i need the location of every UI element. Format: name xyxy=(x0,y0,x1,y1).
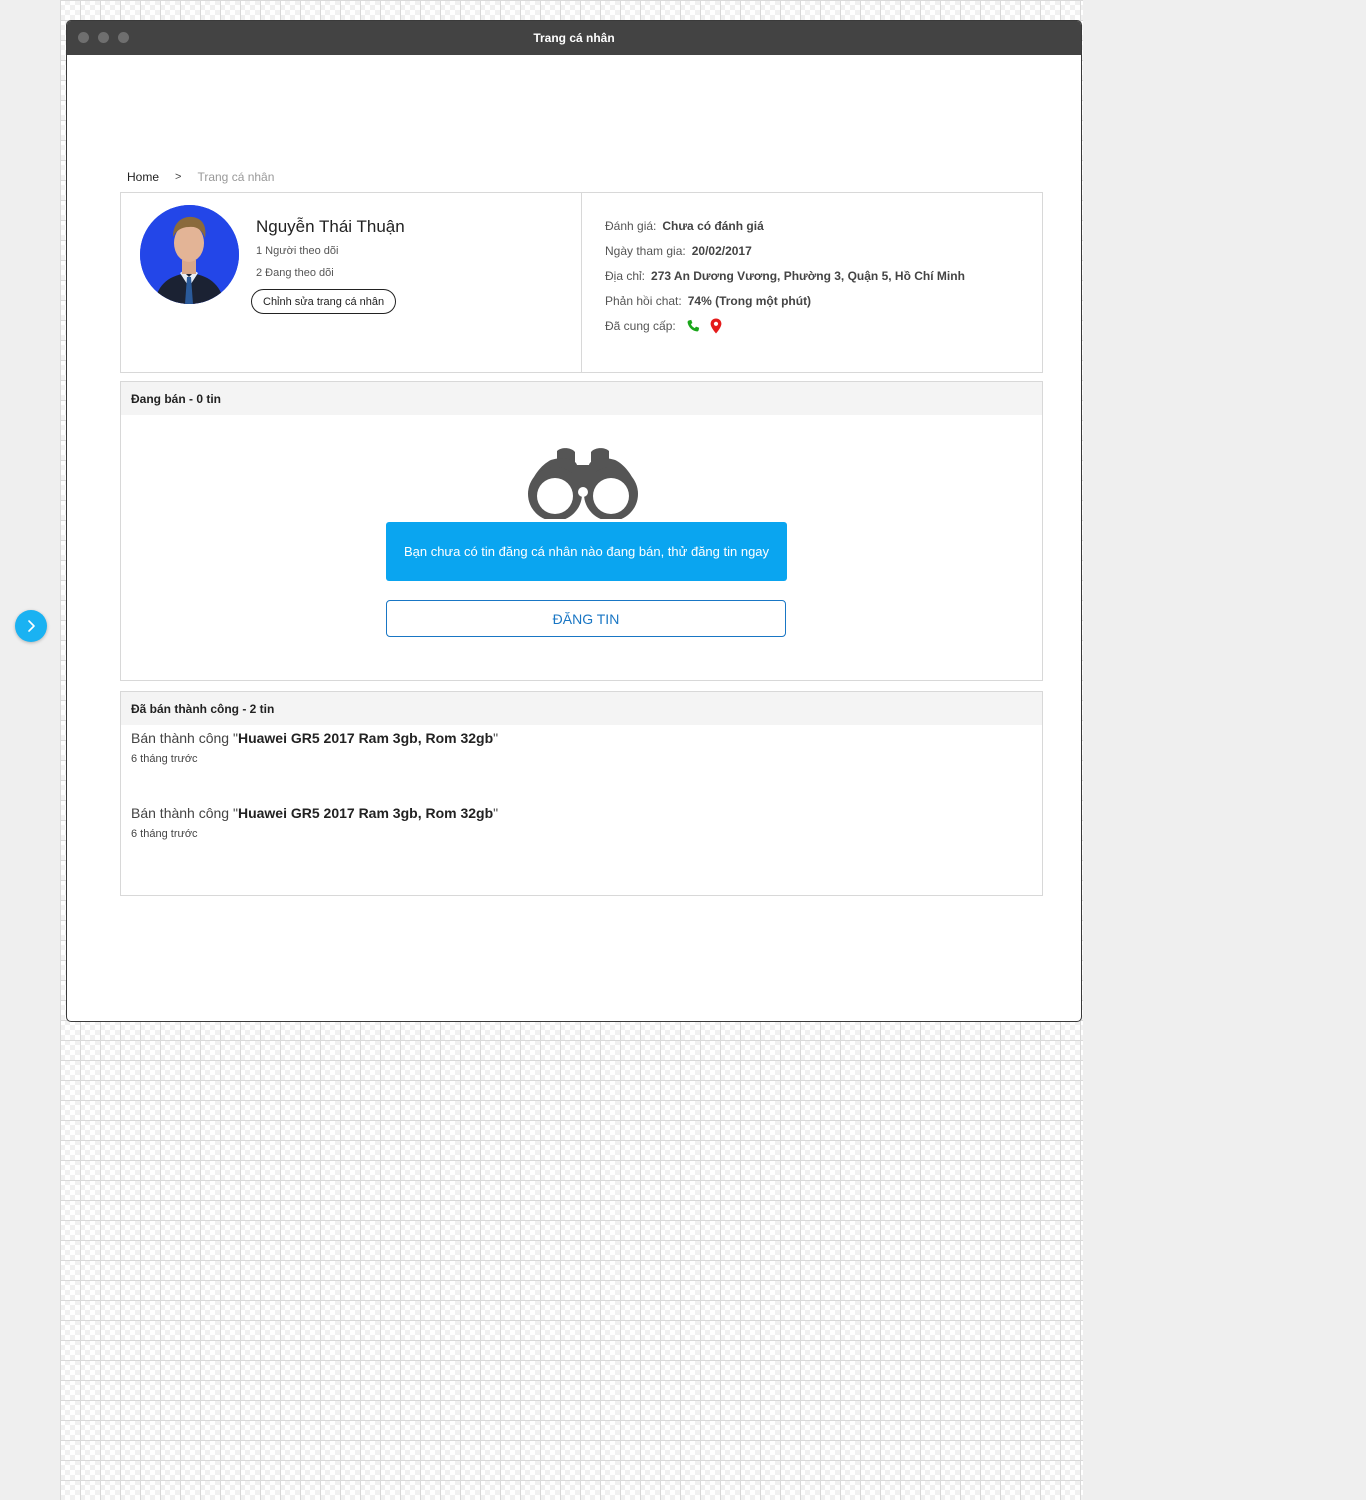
response-label: Phản hồi chat: xyxy=(605,293,682,308)
joined-value: 20/02/2017 xyxy=(691,243,752,258)
address-row: Địa chỉ: 273 An Dương Vương, Phường 3, Q… xyxy=(605,263,1042,288)
selling-section: Đang bán - 0 tin Bạn chưa có tin đăng cá… xyxy=(120,381,1043,681)
empty-listings-message: Bạn chưa có tin đăng cá nhân nào đang bá… xyxy=(386,522,787,581)
following-count[interactable]: 2 Đang theo dõi xyxy=(256,267,334,279)
edit-profile-button[interactable]: Chỉnh sửa trang cá nhân xyxy=(251,289,397,314)
sold-item-time: 6 tháng trước xyxy=(131,828,198,840)
followers-count[interactable]: 1 Người theo dõi xyxy=(256,245,338,257)
rating-label: Đánh giá: xyxy=(605,218,657,233)
rating-row: Đánh giá: Chưa có đánh giá xyxy=(605,213,1042,238)
address-value: 273 An Dương Vương, Phường 3, Quận 5, Hồ… xyxy=(651,268,965,283)
profile-details: Đánh giá: Chưa có đánh giá Ngày tham gia… xyxy=(582,193,1042,372)
list-item[interactable]: Bán thành công "Huawei GR5 2017 Ram 3gb,… xyxy=(121,800,1042,875)
selling-header: Đang bán - 0 tin xyxy=(121,382,1042,415)
provided-row: Đã cung cấp: xyxy=(605,313,1042,338)
sold-section: Đã bán thành công - 2 tin Bán thành công… xyxy=(120,691,1043,896)
binoculars-icon xyxy=(528,448,638,519)
sold-item-title: Bán thành công "Huawei GR5 2017 Ram 3gb,… xyxy=(131,805,499,821)
sold-item-product[interactable]: Huawei GR5 2017 Ram 3gb, Rom 32gb xyxy=(238,805,493,821)
provided-label: Đã cung cấp: xyxy=(605,318,676,333)
location-pin-icon xyxy=(710,318,722,333)
browser-window: Trang cá nhân Home > Trang cá nhân Nguyễ… xyxy=(66,20,1082,1022)
address-label: Địa chỉ: xyxy=(605,268,646,283)
profile-card: Nguyễn Thái Thuận 1 Người theo dõi 2 Đan… xyxy=(120,192,1043,373)
provided-icons xyxy=(686,318,722,334)
breadcrumb-current: Trang cá nhân xyxy=(197,170,275,184)
response-value: 74% (Trong một phút) xyxy=(687,293,812,308)
sold-item-product[interactable]: Huawei GR5 2017 Ram 3gb, Rom 32gb xyxy=(238,730,493,746)
sold-header: Đã bán thành công - 2 tin xyxy=(121,692,1042,725)
profile-summary: Nguyễn Thái Thuận 1 Người theo dõi 2 Đan… xyxy=(121,193,582,372)
close-window-button[interactable] xyxy=(78,32,89,43)
window-titlebar: Trang cá nhân xyxy=(67,21,1081,55)
window-title: Trang cá nhân xyxy=(533,31,615,45)
breadcrumb-home-link[interactable]: Home xyxy=(127,170,159,184)
response-row: Phản hồi chat: 74% (Trong một phút) xyxy=(605,288,1042,313)
sold-item-time: 6 tháng trước xyxy=(131,753,198,765)
sidebar-toggle-button[interactable] xyxy=(15,610,47,642)
minimize-window-button[interactable] xyxy=(98,32,109,43)
post-listing-button[interactable]: ĐĂNG TIN xyxy=(386,600,786,637)
maximize-window-button[interactable] xyxy=(118,32,129,43)
avatar xyxy=(140,205,239,304)
list-item[interactable]: Bán thành công "Huawei GR5 2017 Ram 3gb,… xyxy=(121,725,1042,800)
window-controls xyxy=(78,32,129,43)
joined-label: Ngày tham gia: xyxy=(605,243,686,258)
phone-icon xyxy=(687,319,699,331)
user-name: Nguyễn Thái Thuận xyxy=(256,217,405,236)
breadcrumb: Home > Trang cá nhân xyxy=(127,170,274,184)
sold-item-title: Bán thành công "Huawei GR5 2017 Ram 3gb,… xyxy=(131,730,499,746)
chevron-right-icon xyxy=(28,620,35,632)
joined-row: Ngày tham gia: 20/02/2017 xyxy=(605,238,1042,263)
breadcrumb-separator: > xyxy=(175,171,182,183)
rating-value: Chưa có đánh giá xyxy=(662,218,764,233)
